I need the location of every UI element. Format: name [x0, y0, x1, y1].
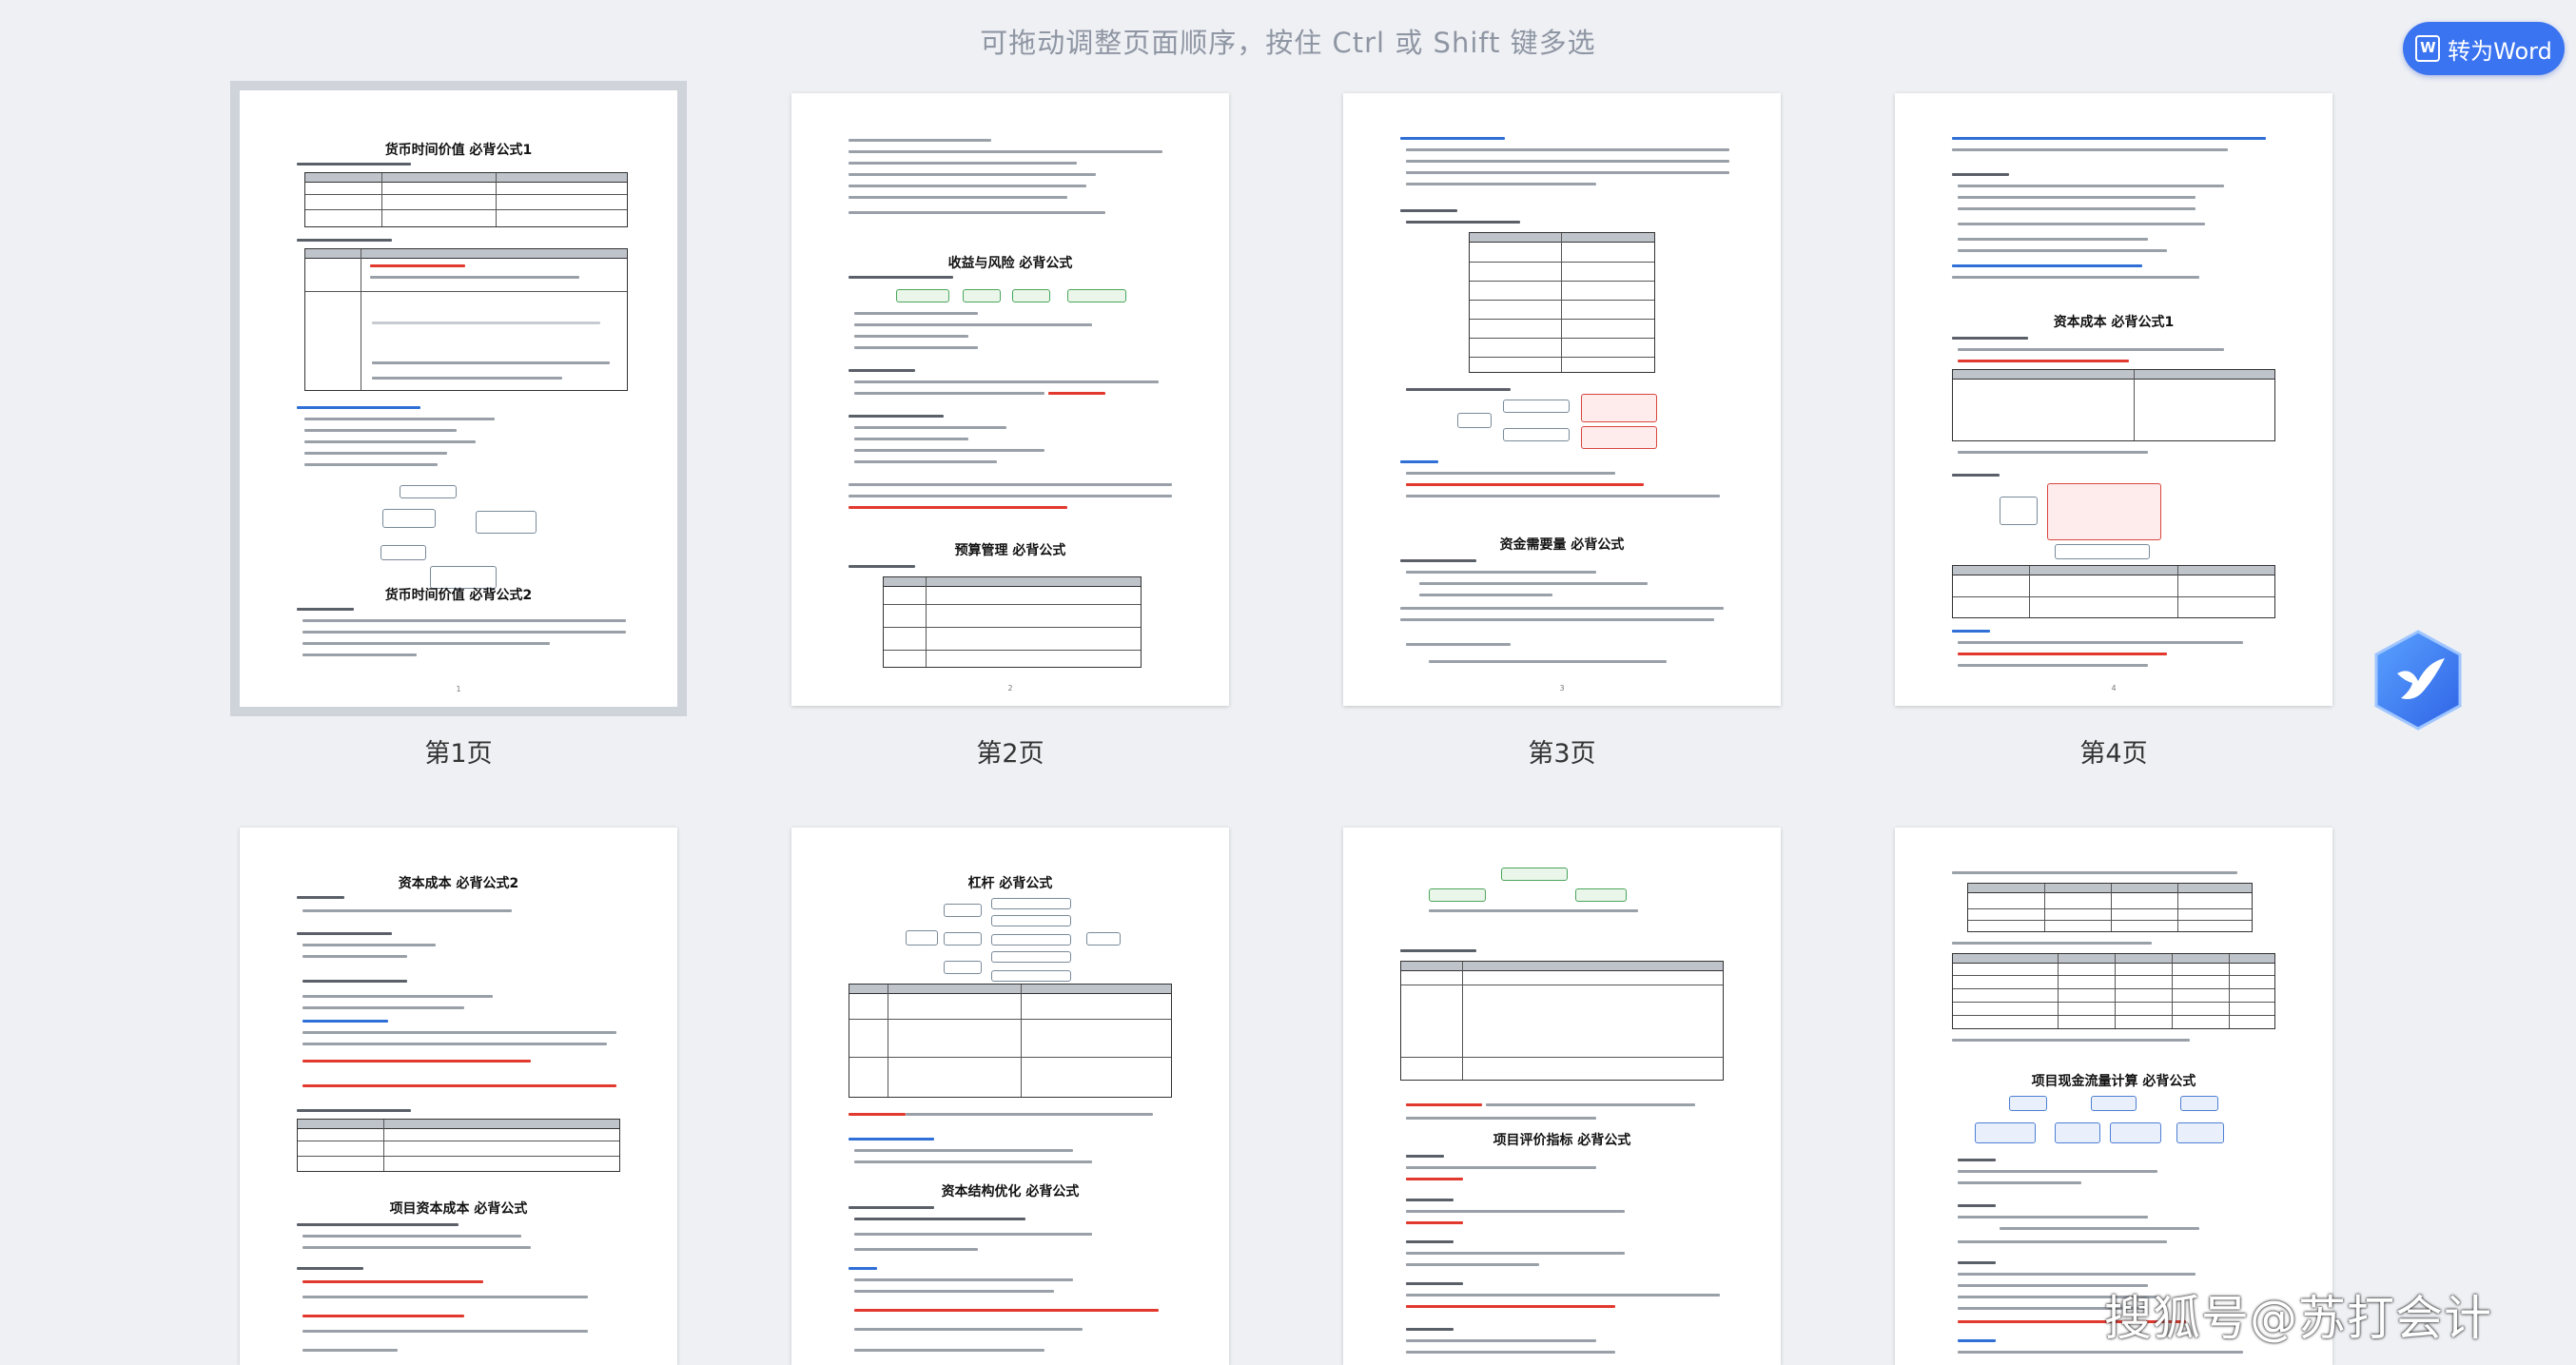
- page-2-number: 2: [1007, 684, 1013, 692]
- page-thumbnail-5[interactable]: 资本成本 必背公式2 项目资本成本 必背公式: [240, 828, 677, 1365]
- convert-to-word-button[interactable]: 转为Word: [2403, 22, 2565, 75]
- page-4-number: 4: [2111, 684, 2117, 692]
- page-thumbnail-7[interactable]: 项目评价指标 必背公式: [1343, 828, 1781, 1365]
- page-3-title-1: 资金需要量 必背公式: [1499, 537, 1625, 553]
- page-2-label: 第2页: [976, 739, 1044, 769]
- page-5-title-1: 资本成本 必背公式2: [398, 876, 519, 891]
- page-7-title-1: 项目评价指标 必背公式: [1493, 1133, 1631, 1148]
- page-3-label: 第3页: [1528, 739, 1596, 769]
- page-2-title-2: 预算管理 必背公式: [954, 543, 1066, 558]
- reorder-hint: 可拖动调整页面顺序，按住 Ctrl 或 Shift 键多选: [980, 27, 1596, 59]
- page-thumbnail-6[interactable]: 杠杆 必背公式 资本结构优化 必背公式: [791, 828, 1229, 1365]
- page-1-number: 1: [456, 685, 461, 693]
- convert-to-word-label: 转为Word: [2448, 37, 2552, 65]
- page-1-label: 第1页: [424, 739, 493, 769]
- assistant-bird-icon[interactable]: [2369, 628, 2468, 732]
- page-4-label: 第4页: [2079, 739, 2148, 769]
- page-4-title-1: 资本成本 必背公式1: [2053, 315, 2175, 330]
- page-3-number: 3: [1559, 684, 1565, 692]
- word-doc-icon: [2415, 35, 2441, 62]
- page-6-title-2: 资本结构优化 必背公式: [941, 1184, 1080, 1199]
- page-thumbnail-2[interactable]: 收益与风险 必背公式 预算管理 必背公式 2: [791, 93, 1229, 706]
- page-thumbnail-4[interactable]: 资本成本 必背公式1 4: [1895, 93, 2332, 706]
- page-1-title-2: 货币时间价值 必背公式2: [384, 588, 533, 603]
- page-thumbnail-3[interactable]: 资金需要量 必背公式 3: [1343, 93, 1781, 706]
- page-8-title-1: 项目现金流量计算 必背公式: [2031, 1074, 2196, 1089]
- page-thumbnail-1[interactable]: 货币时间价值 必背公式1 货币时间价值 必背公式2 1: [230, 81, 687, 716]
- watermark-text: 搜狐号@苏打会计: [2104, 1291, 2492, 1346]
- page-1-title-1: 货币时间价值 必背公式1: [384, 143, 533, 158]
- page-2-title-1: 收益与风险 必背公式: [947, 256, 1073, 271]
- page-6-title-1: 杠杆 必背公式: [967, 876, 1053, 891]
- page-5-title-2: 项目资本成本 必背公式: [389, 1201, 528, 1217]
